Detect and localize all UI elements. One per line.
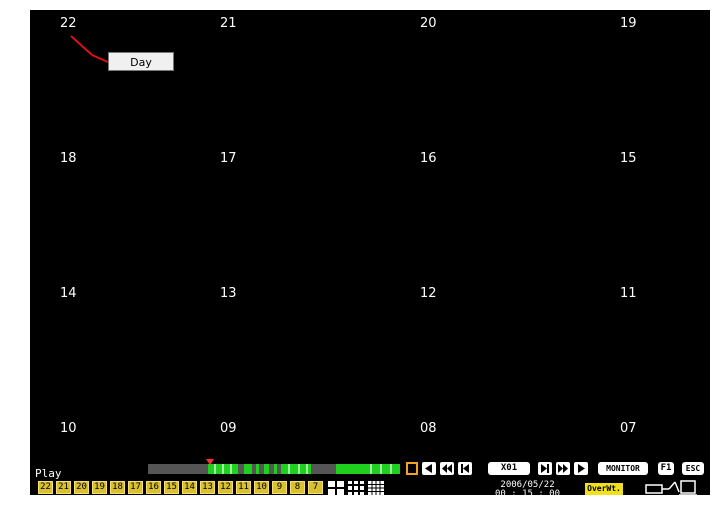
rewind-icon[interactable] <box>440 462 454 475</box>
day-select-button[interactable]: 14 <box>182 481 197 494</box>
grid-2x2-icon[interactable] <box>328 481 344 495</box>
day-cell-10[interactable]: 10 <box>60 421 77 436</box>
control-bar: Play X01 MONITOR F1 ESC 22 21 20 19 18 1… <box>30 455 710 499</box>
fast-forward-icon[interactable] <box>556 462 570 475</box>
day-select-button[interactable]: 17 <box>128 481 143 494</box>
timeline-tick <box>380 464 382 474</box>
day-cell-08[interactable]: 08 <box>420 421 437 436</box>
day-select-button[interactable]: 21 <box>56 481 71 494</box>
day-cell-16[interactable]: 16 <box>420 151 437 166</box>
monitor-button[interactable]: MONITOR <box>598 462 648 475</box>
play-icon[interactable] <box>574 462 588 475</box>
grid-3x3-icon[interactable] <box>348 481 364 495</box>
day-select-button[interactable]: 11 <box>236 481 251 494</box>
network-icon <box>645 480 697 496</box>
timeline-tick <box>288 464 290 474</box>
esc-button[interactable]: ESC <box>682 462 704 475</box>
day-select-button[interactable]: 18 <box>110 481 125 494</box>
timeline-tick <box>214 464 216 474</box>
day-tooltip: Day <box>108 52 174 71</box>
day-select-button[interactable]: 10 <box>254 481 269 494</box>
day-select-button[interactable]: 12 <box>218 481 233 494</box>
day-select-button[interactable]: 8 <box>290 481 305 494</box>
day-cell-21[interactable]: 21 <box>220 16 237 31</box>
day-select-button[interactable]: 16 <box>146 481 161 494</box>
grid-4x4-icon[interactable] <box>368 481 384 495</box>
f1-button[interactable]: F1 <box>658 462 674 475</box>
timeline-segment <box>256 464 259 474</box>
day-select-button[interactable]: 13 <box>200 481 215 494</box>
day-select-button[interactable]: 20 <box>74 481 89 494</box>
day-select-button[interactable]: 19 <box>92 481 107 494</box>
day-select-button[interactable]: 9 <box>272 481 287 494</box>
overwrite-badge: OverWt. <box>585 483 623 495</box>
timeline-tick <box>306 464 308 474</box>
timeline-tick <box>370 464 372 474</box>
dvr-screen: 22 21 20 19 18 17 16 15 14 13 12 11 10 0… <box>30 10 710 499</box>
timeline-segment <box>274 464 277 474</box>
day-cell-11[interactable]: 11 <box>620 286 637 301</box>
timeline-segment <box>264 464 269 474</box>
skip-to-end-icon[interactable] <box>538 462 552 475</box>
day-select-button[interactable]: 22 <box>38 481 53 494</box>
speed-indicator[interactable]: X01 <box>488 462 530 475</box>
day-cell-15[interactable]: 15 <box>620 151 637 166</box>
day-cell-09[interactable]: 09 <box>220 421 237 436</box>
timeline-tick <box>298 464 300 474</box>
stop-button[interactable] <box>406 462 418 475</box>
day-select-button[interactable]: 15 <box>164 481 179 494</box>
day-cell-19[interactable]: 19 <box>620 16 637 31</box>
timeline-tick <box>230 464 232 474</box>
day-cell-12[interactable]: 12 <box>420 286 437 301</box>
timeline-position-marker-icon[interactable] <box>206 459 214 465</box>
day-cell-20[interactable]: 20 <box>420 16 437 31</box>
mode-label: Play <box>35 467 62 480</box>
day-cell-18[interactable]: 18 <box>60 151 77 166</box>
datetime-display: 2006/05/22 00 : 15 : 00 <box>495 481 560 499</box>
timeline-segment <box>244 464 252 474</box>
timeline-bar[interactable] <box>148 459 400 474</box>
day-select-button[interactable]: 7 <box>308 481 323 494</box>
time-text: 00 : 15 : 00 <box>495 489 561 499</box>
step-back-icon[interactable] <box>422 462 436 475</box>
day-cell-13[interactable]: 13 <box>220 286 237 301</box>
timeline-tick <box>390 464 392 474</box>
timeline-tick <box>222 464 224 474</box>
day-cell-14[interactable]: 14 <box>60 286 77 301</box>
skip-to-start-icon[interactable] <box>458 462 472 475</box>
day-cell-07[interactable]: 07 <box>620 421 637 436</box>
day-cell-17[interactable]: 17 <box>220 151 237 166</box>
